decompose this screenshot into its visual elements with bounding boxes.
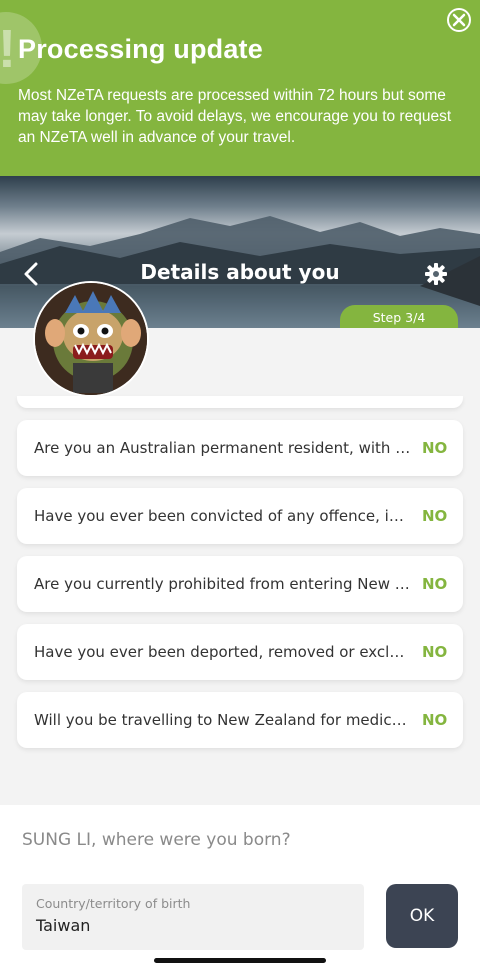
question-card[interactable]: Have you ever been convicted of any offe… <box>17 488 463 544</box>
field-label: Country/territory of birth <box>36 896 191 911</box>
question-text: Are you currently prohibited from enteri… <box>34 575 412 593</box>
answer-value: NO <box>422 439 448 457</box>
question-prompt: SUNG LI, where were you born? <box>22 830 291 850</box>
avatar <box>33 281 149 397</box>
gear-icon <box>425 263 447 285</box>
question-text: Are you an Australian permanent resident… <box>34 439 412 457</box>
banner-body: Most NZeTA requests are processed within… <box>18 87 452 146</box>
country-of-birth-field[interactable]: Country/territory of birth Taiwan <box>22 884 364 950</box>
answer-value: NO <box>422 711 448 729</box>
settings-button[interactable] <box>424 262 448 290</box>
alert-glyph: ! <box>0 18 16 80</box>
answer-value: NO <box>422 575 448 593</box>
list-item-partial <box>17 396 463 408</box>
processing-update-banner: ! Processing update Most NZeTA requests … <box>0 0 480 176</box>
question-card[interactable]: Have you ever been deported, removed or … <box>17 624 463 680</box>
question-card[interactable]: Will you be travelling to New Zealand fo… <box>17 692 463 748</box>
home-indicator[interactable] <box>154 958 326 963</box>
banner-title: Processing update <box>18 34 263 64</box>
input-sheet: SUNG LI, where were you born? Country/te… <box>0 805 480 973</box>
question-text: Have you ever been convicted of any offe… <box>34 507 412 525</box>
answer-value: NO <box>422 507 448 525</box>
field-value: Taiwan <box>36 916 91 935</box>
lion-mask-avatar-image <box>35 283 147 395</box>
question-card[interactable]: Are you currently prohibited from enteri… <box>17 556 463 612</box>
question-text: Have you ever been deported, removed or … <box>34 643 412 661</box>
answer-value: NO <box>422 643 448 661</box>
ok-button[interactable]: OK <box>386 884 458 948</box>
question-card[interactable]: Are you an Australian permanent resident… <box>17 420 463 476</box>
page-title: Details about you <box>140 260 340 284</box>
question-text: Will you be travelling to New Zealand fo… <box>34 711 412 729</box>
step-indicator: Step 3/4 <box>340 305 458 328</box>
close-icon[interactable] <box>447 8 471 32</box>
